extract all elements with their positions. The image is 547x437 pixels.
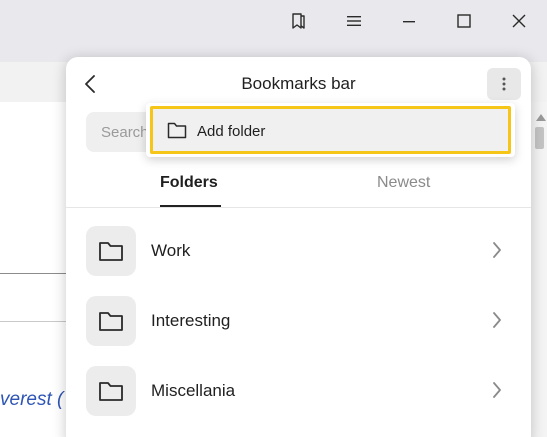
maximize-button[interactable] (447, 6, 481, 36)
minimize-icon (403, 21, 415, 23)
maximize-icon (457, 14, 471, 28)
folder-row-work[interactable]: Work (66, 223, 531, 289)
close-icon (512, 14, 526, 28)
panel-title: Bookmarks bar (241, 74, 356, 93)
context-menu: Add folder (146, 103, 515, 157)
bookmarks-button[interactable] (282, 6, 316, 36)
scrollbar[interactable] (531, 102, 547, 437)
scrollbar-thumb[interactable] (535, 127, 544, 149)
add-folder-label: Add folder (197, 123, 266, 140)
folder-row-miscellania[interactable]: Miscellania (66, 363, 531, 429)
minimize-button[interactable] (392, 6, 426, 36)
scroll-up-arrow-icon[interactable] (536, 114, 546, 121)
title-bar (0, 0, 547, 62)
tab-newest[interactable]: Newest (377, 174, 430, 192)
tab-folders[interactable]: Folders (160, 174, 218, 192)
menu-button[interactable] (337, 6, 371, 36)
folder-label: Interesting (151, 311, 231, 330)
menu-icon (347, 16, 361, 26)
folder-label: Miscellania (151, 381, 236, 400)
folder-icon (86, 366, 136, 416)
close-button[interactable] (502, 6, 536, 36)
folder-icon (86, 296, 136, 346)
chevron-right-icon (486, 378, 508, 402)
folder-icon (86, 226, 136, 276)
folder-label: Work (151, 241, 191, 260)
page-link[interactable]: verest ( (0, 389, 63, 411)
bookmarks-icon (292, 13, 305, 29)
more-vertical-icon (502, 77, 506, 91)
chevron-right-icon (486, 238, 508, 262)
folder-row-interesting[interactable]: Interesting (66, 293, 531, 359)
chevron-right-icon (486, 308, 508, 332)
add-folder-menu-item[interactable]: Add folder (150, 106, 511, 154)
folder-icon (167, 122, 187, 139)
more-options-button[interactable] (487, 68, 521, 100)
tabs-divider (66, 207, 531, 208)
